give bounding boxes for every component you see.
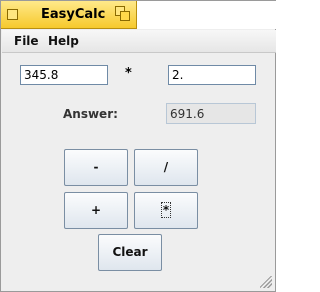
menu-file[interactable]: File [14, 34, 39, 48]
multiply-button-label: * [160, 202, 172, 218]
maximize-icon[interactable] [120, 11, 130, 21]
title-bar[interactable]: EasyCalc [1, 1, 277, 29]
resize-grip-icon[interactable] [260, 276, 272, 288]
multiply-button[interactable]: * [134, 192, 198, 229]
title-tab[interactable]: EasyCalc [1, 1, 137, 29]
answer-label: Answer: [63, 107, 118, 121]
window-title: EasyCalc [41, 7, 106, 22]
divide-button[interactable]: / [134, 149, 198, 186]
window-menu-icon[interactable] [7, 9, 18, 20]
subtract-button[interactable]: - [64, 149, 128, 186]
menu-help[interactable]: Help [48, 34, 79, 48]
menu-bar: File Help [2, 30, 276, 53]
clear-button[interactable]: Clear [98, 234, 162, 271]
app-window: EasyCalc File Help * Answer: 691.6 - / +… [0, 0, 277, 292]
answer-output: 691.6 [166, 103, 256, 124]
operator-label: * [125, 66, 132, 81]
operand-a-input[interactable] [20, 65, 108, 85]
add-button[interactable]: + [64, 192, 128, 229]
operand-b-input[interactable] [168, 65, 256, 85]
